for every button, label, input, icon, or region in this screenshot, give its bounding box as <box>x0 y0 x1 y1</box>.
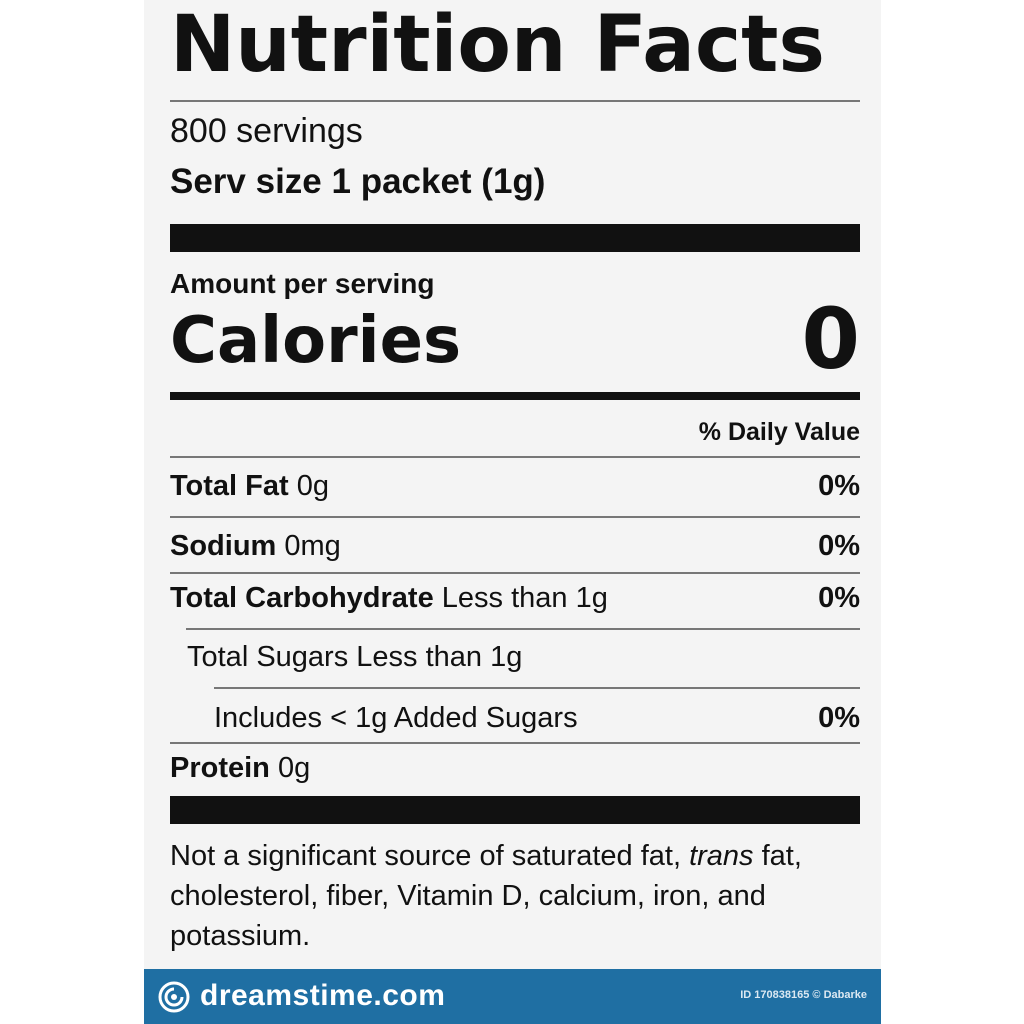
nutrient-name: Total Carbohydrate <box>170 582 442 614</box>
image-credit: ID 170838165 © Dabarke <box>740 989 867 1001</box>
divider <box>214 687 860 689</box>
nutrient-row-added-sugars: Includes < 1g Added Sugars 0% <box>214 698 860 738</box>
nutrient-percent: 0% <box>818 702 860 734</box>
nutrition-label: Nutrition Facts 800 servings Serv size 1… <box>170 0 860 968</box>
amount-per-serving: Amount per serving <box>170 268 435 299</box>
calories-value: 0 <box>801 290 860 388</box>
nutrient-percent: 0% <box>818 530 860 562</box>
nutrient-percent: 0% <box>818 582 860 614</box>
nutrient-amount: Less than 1g <box>441 582 608 614</box>
thick-divider <box>170 224 860 252</box>
label-title: Nutrition Facts <box>170 0 825 90</box>
daily-value-header: % Daily Value <box>698 418 860 446</box>
nutrient-amount: 0g <box>277 752 311 784</box>
divider <box>170 742 860 744</box>
nutrient-amount: 0g <box>296 470 329 502</box>
nutrient-amount: Includes < 1g Added Sugars <box>214 702 578 734</box>
nutrient-name: Protein <box>170 752 278 784</box>
divider <box>170 572 860 574</box>
nutrient-name: Total Fat <box>170 470 297 502</box>
divider <box>186 628 860 630</box>
nutrient-percent: 0% <box>818 470 860 502</box>
brand-name[interactable]: dreamstime.com <box>200 979 445 1013</box>
divider <box>170 456 860 458</box>
footnote: Not a significant source of saturated fa… <box>170 836 870 956</box>
watermark-footer: dreamstime.com ID 170838165 © Dabarke <box>144 969 881 1024</box>
nutrient-amount: 0mg <box>284 530 341 562</box>
nutrient-row-total-fat: Total Fat 0g 0% <box>170 466 860 506</box>
nutrient-amount: Total Sugars Less than 1g <box>187 641 523 673</box>
thick-divider <box>170 796 860 824</box>
nutrient-row-protein: Protein 0g <box>170 748 860 788</box>
divider <box>170 100 860 102</box>
nutrient-row-total-carbohydrate: Total Carbohydrate Less than 1g 0% <box>170 578 860 618</box>
footnote-text: Not a significant source of saturated fa… <box>170 840 690 872</box>
nutrient-name: Sodium <box>170 530 285 562</box>
calories-label: Calories <box>170 304 462 378</box>
serving-size: Serv size 1 packet (1g) <box>170 162 546 201</box>
servings-count: 800 servings <box>170 112 363 150</box>
footnote-italic: trans <box>689 840 754 872</box>
divider <box>170 516 860 518</box>
medium-divider <box>170 392 860 400</box>
nutrient-row-sodium: Sodium 0mg 0% <box>170 526 860 566</box>
nutrient-row-total-sugars: Total Sugars Less than 1g <box>187 637 860 677</box>
dreamstime-logo-icon <box>158 981 190 1013</box>
